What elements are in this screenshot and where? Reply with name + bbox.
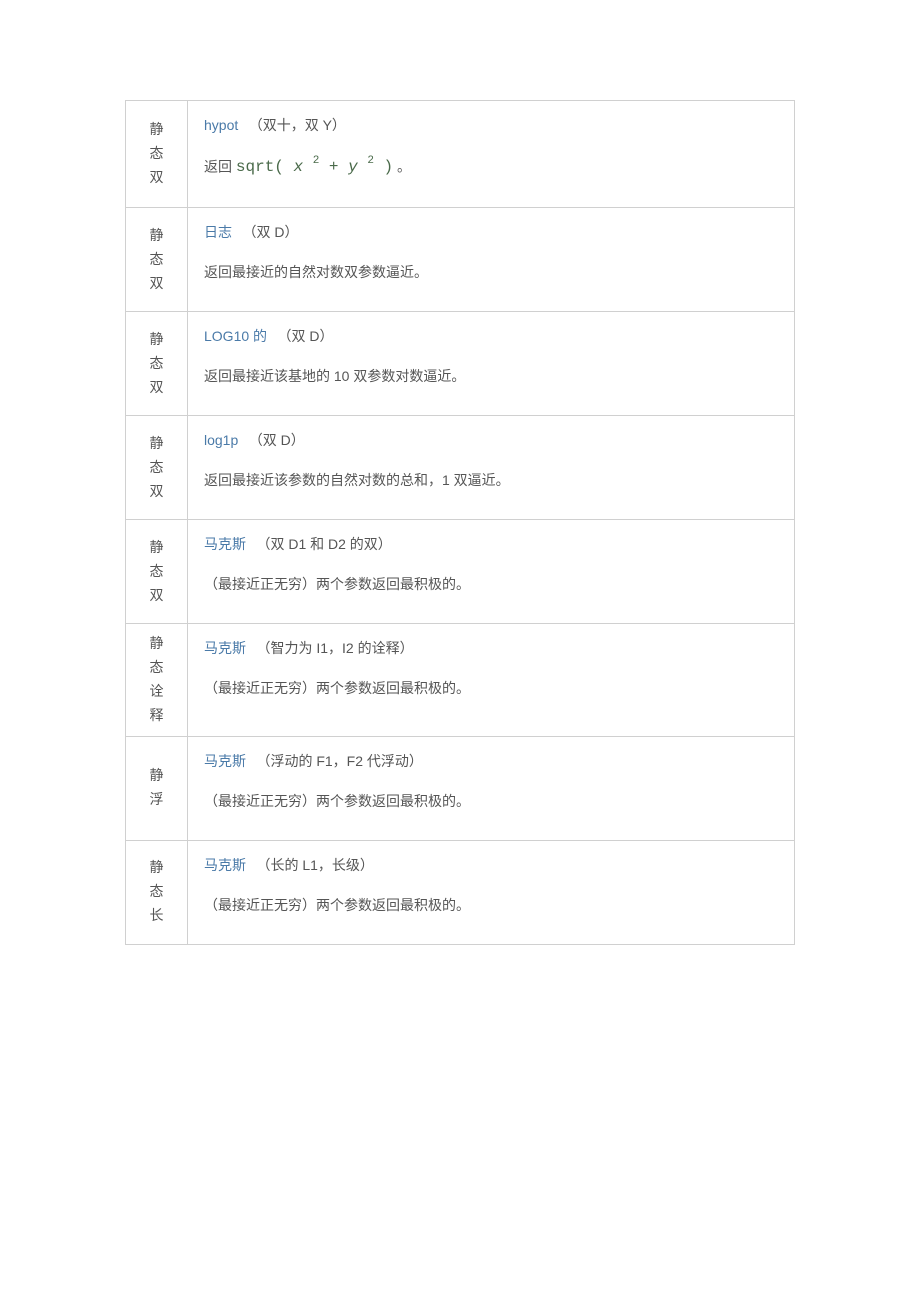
method-signature: 马克斯 （智力为 I1，I2 的诠释） [204,638,778,658]
method-signature: log1p （双 D） [204,430,778,450]
modifier-text: 静 态 双 [150,328,164,399]
method-cell: 马克斯 （双 D1 和 D2 的双） （最接近正无穷）两个参数返回最积极的。 [188,520,794,623]
code-formula: sqrt( x 2 + y 2 ) [236,158,393,176]
method-signature: 马克斯 （浮动的 F1，F2 代浮动） [204,751,778,771]
table-row: 静 态 双 hypot （双十，双 Y） 返回 sqrt( x 2 + y 2 … [126,101,794,208]
modifier-cell: 静 态 双 [126,208,188,311]
modifier-cell: 静 态 诠 释 [126,624,188,735]
modifier-cell: 静 态 双 [126,312,188,415]
method-link[interactable]: 马克斯 [204,536,246,552]
modifier-cell: 静 态 双 [126,520,188,623]
method-params: （双 D） [249,432,305,448]
modifier-cell: 静 浮 [126,737,188,840]
method-params: （浮动的 F1，F2 代浮动） [256,753,422,769]
table-row: 静 态 长 马克斯 （长的 L1，长级） （最接近正无穷）两个参数返回最积极的。 [126,841,794,944]
modifier-cell: 静 态 双 [126,101,188,207]
method-params: （双 D） [242,224,298,240]
table-row: 静 态 诠 释 马克斯 （智力为 I1，I2 的诠释） （最接近正无穷）两个参数… [126,624,794,736]
table-row: 静 态 双 日志 （双 D） 返回最接近的自然对数双参数逼近。 [126,208,794,312]
modifier-text: 静 态 双 [150,432,164,503]
method-description: 返回最接近该参数的自然对数的总和，1 双逼近。 [204,470,778,491]
method-signature: 马克斯 （长的 L1，长级） [204,855,778,875]
modifier-text: 静 态 诠 释 [150,632,164,727]
method-cell: LOG10 的 （双 D） 返回最接近该基地的 10 双参数对数逼近。 [188,312,794,415]
method-cell: 马克斯 （浮动的 F1，F2 代浮动） （最接近正无穷）两个参数返回最积极的。 [188,737,794,840]
method-description: （最接近正无穷）两个参数返回最积极的。 [204,574,778,595]
method-link[interactable]: LOG10 的 [204,328,267,344]
modifier-text: 静 态 长 [150,856,164,927]
method-link[interactable]: 日志 [204,224,232,240]
method-cell: 马克斯 （长的 L1，长级） （最接近正无穷）两个参数返回最积极的。 [188,841,794,944]
modifier-text: 静 态 双 [150,536,164,607]
modifier-text: 静 态 双 [150,224,164,295]
method-params: （双十，双 Y） [249,117,346,133]
method-link[interactable]: hypot [204,117,238,133]
table-row: 静 态 双 马克斯 （双 D1 和 D2 的双） （最接近正无穷）两个参数返回最… [126,520,794,624]
method-cell: hypot （双十，双 Y） 返回 sqrt( x 2 + y 2 ) 。 [188,101,794,207]
method-description: 返回 sqrt( x 2 + y 2 ) 。 [204,155,778,179]
method-description: 返回最接近该基地的 10 双参数对数逼近。 [204,366,778,387]
method-params: （长的 L1，长级） [256,857,373,873]
method-cell: log1p （双 D） 返回最接近该参数的自然对数的总和，1 双逼近。 [188,416,794,519]
methods-table: 静 态 双 hypot （双十，双 Y） 返回 sqrt( x 2 + y 2 … [125,100,795,945]
modifier-text: 静 态 双 [150,118,164,189]
method-signature: 日志 （双 D） [204,222,778,242]
modifier-text: 静 浮 [150,764,164,812]
method-link[interactable]: 马克斯 [204,640,246,656]
method-description: （最接近正无穷）两个参数返回最积极的。 [204,678,778,699]
method-signature: LOG10 的 （双 D） [204,326,778,346]
method-link[interactable]: 马克斯 [204,857,246,873]
table-row: 静 态 双 log1p （双 D） 返回最接近该参数的自然对数的总和，1 双逼近… [126,416,794,520]
method-link[interactable]: log1p [204,432,238,448]
method-params: （智力为 I1，I2 的诠释） [256,640,413,656]
method-link[interactable]: 马克斯 [204,753,246,769]
modifier-cell: 静 态 双 [126,416,188,519]
method-params: （双 D） [277,328,333,344]
modifier-cell: 静 态 长 [126,841,188,944]
method-description: 返回最接近的自然对数双参数逼近。 [204,262,778,283]
method-description: （最接近正无穷）两个参数返回最积极的。 [204,895,778,916]
method-description: （最接近正无穷）两个参数返回最积极的。 [204,791,778,812]
method-signature: 马克斯 （双 D1 和 D2 的双） [204,534,778,554]
method-cell: 马克斯 （智力为 I1，I2 的诠释） （最接近正无穷）两个参数返回最积极的。 [188,624,794,735]
method-signature: hypot （双十，双 Y） [204,115,778,135]
method-params: （双 D1 和 D2 的双） [256,536,391,552]
method-cell: 日志 （双 D） 返回最接近的自然对数双参数逼近。 [188,208,794,311]
table-row: 静 浮 马克斯 （浮动的 F1，F2 代浮动） （最接近正无穷）两个参数返回最积… [126,737,794,841]
table-row: 静 态 双 LOG10 的 （双 D） 返回最接近该基地的 10 双参数对数逼近… [126,312,794,416]
